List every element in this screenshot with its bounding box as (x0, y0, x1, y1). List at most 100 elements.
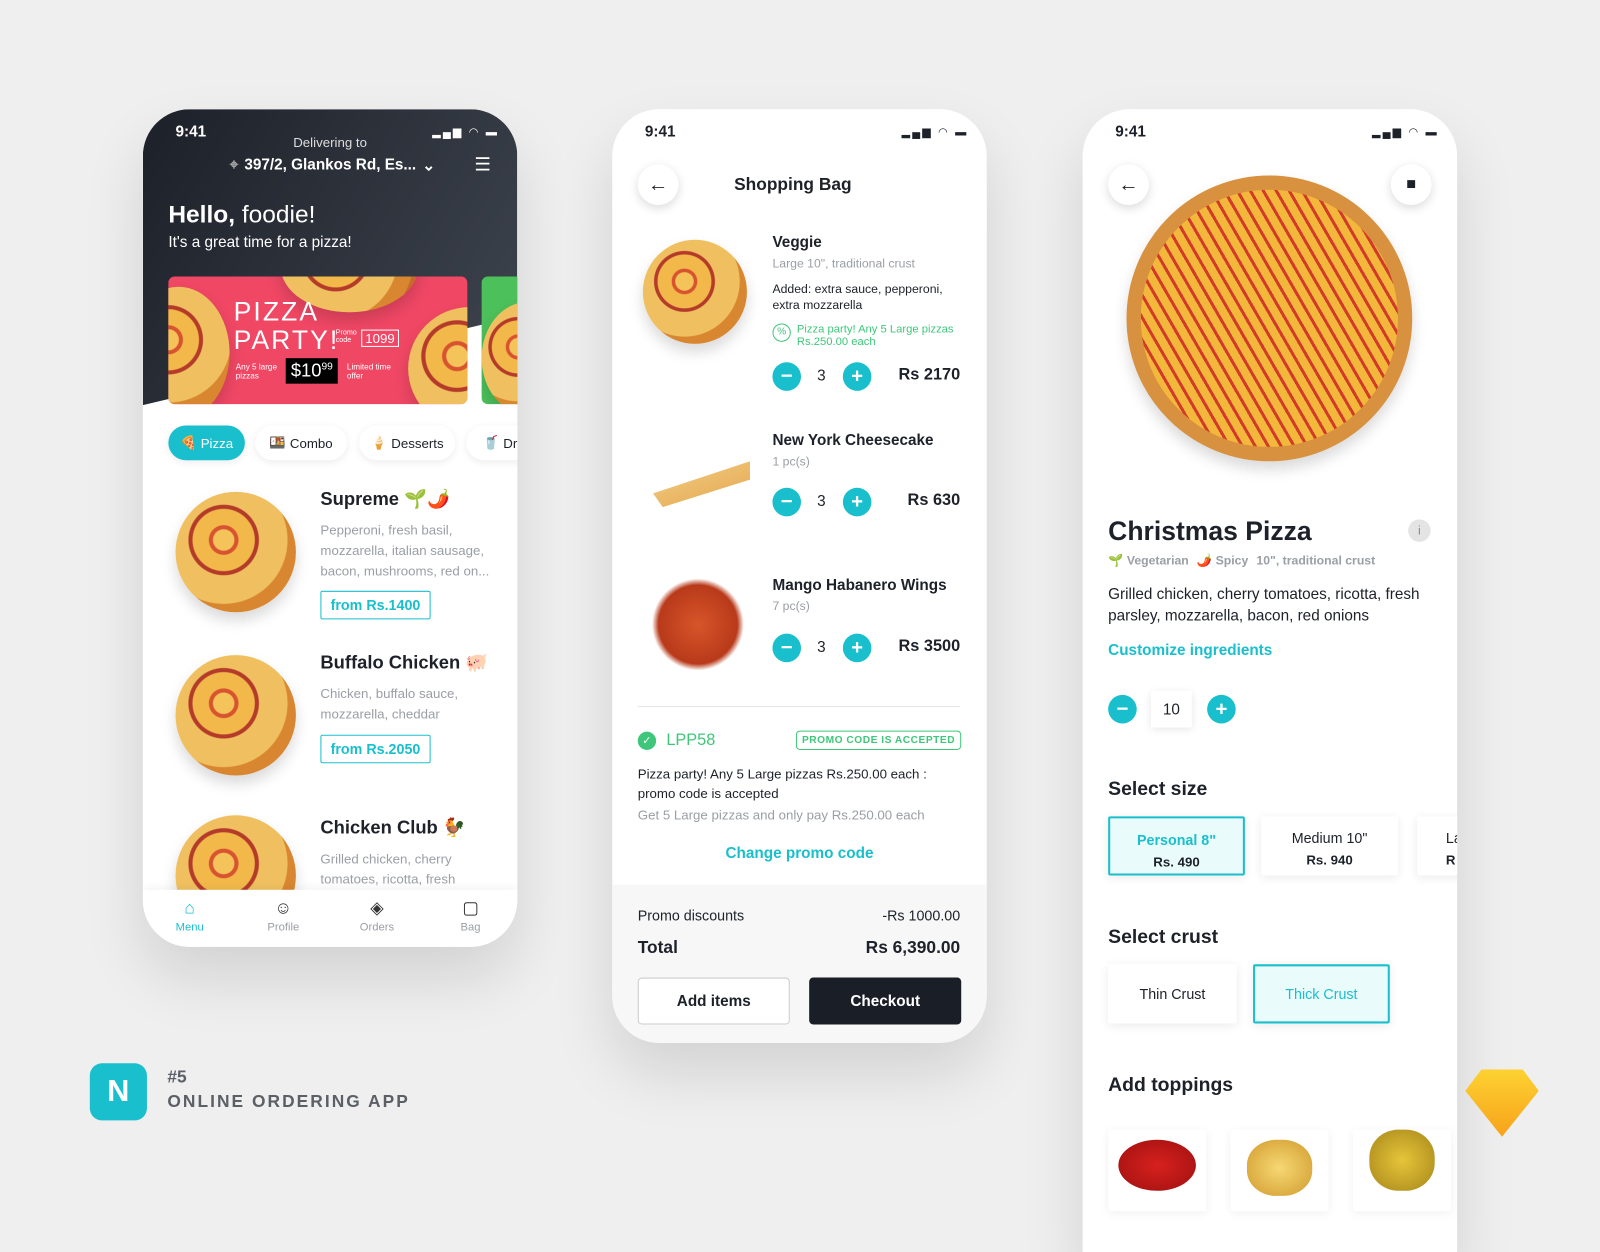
filter-icon[interactable]: ☰ (474, 154, 490, 175)
price-button[interactable]: from Rs.1400 (320, 590, 431, 620)
select-size-title: Select size (1108, 778, 1208, 800)
supreme-image[interactable] (175, 491, 296, 613)
divider (637, 706, 961, 708)
banner-title-2: PARTY! (233, 324, 340, 356)
bag-icon: ▢ (462, 897, 479, 918)
customize-link[interactable]: Customize ingredients (1108, 642, 1272, 659)
promo-code: 1099 (361, 329, 399, 347)
greeting-subtitle: It's a great time for a pizza! (168, 233, 352, 252)
item-name: New York Cheesecake (772, 431, 934, 449)
promo-label: Promo code (335, 329, 357, 344)
size-medium[interactable]: Medium 10" Rs. 940 (1261, 816, 1398, 876)
select-crust-title: Select crust (1108, 926, 1219, 948)
any-label: Any 5 large pizzas (235, 362, 278, 381)
decrease-button[interactable]: − (772, 362, 802, 391)
tag-spicy: 🌶️ Spicy (1196, 553, 1249, 568)
profile-icon: ☺ (274, 897, 293, 918)
item-price: Rs 3500 (898, 637, 961, 656)
jalapeno-image (1369, 1129, 1435, 1191)
item-desc: Pepperoni, fresh basil, mozzarella, ital… (320, 522, 490, 579)
percent-icon: % (772, 323, 791, 342)
pineapple-image (1246, 1139, 1313, 1196)
discount-label: Promo discounts (637, 907, 745, 924)
item-sub: 7 pc(s) (772, 598, 810, 614)
discount-value: -Rs 1000.00 (882, 907, 961, 924)
address-text: 397/2, Glankos Rd, Es... (244, 156, 417, 174)
arrow-left-icon: ← (1118, 172, 1139, 196)
size-large[interactable]: LaR (1417, 816, 1458, 876)
address-selector[interactable]: ⌖ 397/2, Glankos Rd, Es... ⌄ (230, 156, 436, 174)
crust-thin[interactable]: Thin Crust (1108, 964, 1237, 1024)
add-toppings-title: Add toppings (1108, 1074, 1234, 1096)
increase-button[interactable]: + (842, 362, 872, 391)
topping-sauce[interactable] (1108, 1129, 1207, 1212)
nav-profile[interactable]: ☺ Profile (253, 890, 314, 947)
category-combo[interactable]: 🍱 Combo (255, 425, 347, 461)
pizza-image (1126, 175, 1413, 462)
status-time: 9:41 (644, 123, 676, 141)
item-desc: Grilled chicken, cherry tomatoes, ricott… (320, 851, 456, 887)
promo-banner-2[interactable] (481, 276, 518, 405)
status-icons: ▂▄▆ ◠ ▬ (1371, 126, 1439, 139)
sketch-logo (1465, 1069, 1539, 1137)
shot-title: ONLINE ORDERING APP (167, 1091, 410, 1112)
pizza-desc: Grilled chicken, cherry tomatoes, ricott… (1108, 585, 1420, 625)
add-items-button[interactable]: Add items (637, 977, 790, 1025)
increase-button[interactable]: + (842, 633, 872, 663)
quantity: 3 (817, 638, 826, 657)
decrease-button[interactable]: − (772, 633, 802, 663)
limited-label: Limited time offer (346, 362, 391, 381)
item-added: Added: extra sauce, pepperoni, extra moz… (772, 281, 943, 313)
item-price: Rs 2170 (898, 366, 961, 384)
bag-icon: ■ (1406, 175, 1417, 193)
crust-info: 10", traditional crust (1256, 553, 1376, 568)
buffalo-chicken-image[interactable] (175, 655, 296, 776)
promo-code: ✓ LPP58 (637, 731, 715, 750)
nav-bag[interactable]: ▢ Bag (440, 890, 501, 947)
quantity: 3 (817, 492, 826, 511)
bag-button[interactable]: ■ (1390, 164, 1432, 206)
category-desserts[interactable]: 🍦 Desserts (359, 425, 456, 461)
tag-vegetarian: 🌱 Vegetarian (1108, 553, 1189, 568)
item-desc: Chicken, buffalo sauce, mozzarella, ched… (320, 685, 459, 722)
change-promo-link[interactable]: Change promo code (612, 845, 986, 862)
decrease-button[interactable]: − (772, 487, 802, 517)
size-personal[interactable]: Personal 8" Rs. 490 (1108, 816, 1245, 876)
nav-menu[interactable]: ⌂ Menu (159, 890, 220, 947)
pizza-tags: 🌱 Vegetarian 🌶️ Spicy 10", traditional c… (1108, 553, 1375, 567)
promo-banner[interactable]: PIZZA PARTY! Promo code 1099 Any 5 large … (168, 276, 468, 405)
item-sub: 1 pc(s) (772, 454, 810, 469)
page-title: Shopping Bag (734, 174, 852, 194)
checkout-button[interactable]: Checkout (809, 977, 962, 1025)
category-pizza[interactable]: 🍕 Pizza (168, 425, 245, 461)
status-time: 9:41 (1115, 123, 1146, 141)
cheesecake-image (653, 461, 750, 508)
promo-note: Get 5 Large pizzas and only pay Rs.250.0… (637, 807, 925, 823)
shopping-bag-screen: 9:41 ▂▄▆ ◠ ▬ ← Shopping Bag Veggie Large… (612, 109, 987, 1043)
menu-screen: 9:41 ▂▄▆ ◠ ▬ Delivering to ⌖ 397/2, Glan… (142, 109, 518, 947)
info-icon[interactable]: i (1408, 519, 1431, 542)
check-circle-icon: ✓ (637, 731, 657, 750)
back-button[interactable]: ← (1108, 164, 1149, 206)
item-name[interactable]: Chicken Club 🐓 (320, 817, 465, 838)
price-tag: $1099 (285, 358, 338, 384)
nav-orders[interactable]: ◈ Orders (346, 890, 407, 947)
price-button[interactable]: from Rs.2050 (320, 734, 431, 764)
increase-button[interactable]: + (1207, 694, 1236, 724)
topping-pineapple[interactable] (1230, 1129, 1329, 1212)
category-drinks[interactable]: 🥤Dri (466, 425, 518, 461)
item-name[interactable]: Buffalo Chicken 🐖 (320, 652, 488, 673)
item-name: Veggie (772, 233, 822, 252)
shot-number: #5 (167, 1067, 187, 1087)
increase-button[interactable]: + (842, 487, 872, 517)
status-icons: ▂▄▆ ◠ ▬ (901, 126, 969, 139)
quantity-field[interactable]: 10 (1151, 690, 1192, 728)
topping-jalapeno[interactable] (1353, 1129, 1452, 1212)
item-name[interactable]: Supreme 🌱🌶️ (320, 489, 449, 510)
total-label: Total (637, 937, 678, 958)
decrease-button[interactable]: − (1108, 694, 1137, 724)
pizza-name: Christmas Pizza (1108, 515, 1312, 546)
promo-accepted-badge: PROMO CODE IS ACCEPTED (795, 730, 962, 750)
crust-thick[interactable]: Thick Crust (1253, 964, 1390, 1024)
veggie-image (642, 239, 747, 344)
